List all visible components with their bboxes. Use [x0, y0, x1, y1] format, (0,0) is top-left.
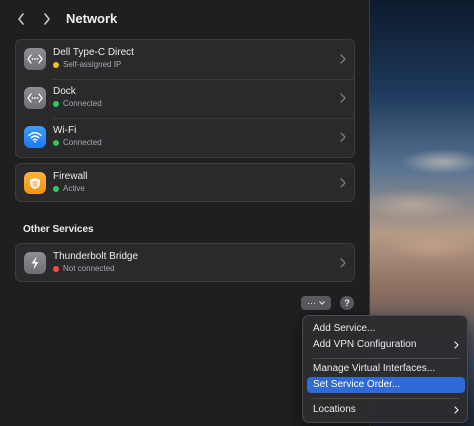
- menu-item-locations[interactable]: Locations: [307, 402, 465, 418]
- service-status-text: Self-assigned IP: [63, 60, 122, 69]
- toolbar: Network: [0, 0, 370, 38]
- forward-button[interactable]: [37, 9, 57, 29]
- chevron-right-icon: [340, 178, 346, 188]
- submenu-arrow-icon: [454, 341, 459, 349]
- status-dot: [53, 61, 59, 68]
- firewall-name: Firewall: [53, 171, 88, 182]
- service-name: Dock: [53, 86, 76, 97]
- status-dot: [53, 185, 59, 192]
- firewall-status: Active: [53, 184, 85, 193]
- service-name: Wi-Fi: [53, 125, 77, 136]
- chevron-right-icon: [340, 54, 346, 64]
- firewall-group: Firewall Active: [15, 163, 355, 202]
- menu-separator: [313, 398, 459, 399]
- service-status: Connected: [53, 138, 102, 147]
- menu-item-add-service[interactable]: Add Service...: [307, 321, 465, 337]
- menu-item-label: Set Service Order...: [313, 379, 401, 390]
- ethernet-icon: [24, 48, 46, 70]
- status-dot: [53, 139, 59, 146]
- service-row-dock[interactable]: Dock Connected: [16, 79, 354, 118]
- service-row-wi-fi[interactable]: Wi-Fi Connected: [16, 118, 354, 157]
- menu-item-add-vpn-configuration[interactable]: Add VPN Configuration: [307, 337, 465, 353]
- chevron-right-icon: [340, 258, 346, 268]
- service-status-text: Connected: [63, 99, 102, 108]
- more-actions-menu: Add Service... Add VPN Configuration Man…: [302, 315, 468, 423]
- service-row-thunderbolt-bridge[interactable]: Thunderbolt Bridge Not connected: [16, 244, 354, 283]
- menu-separator: [313, 358, 459, 359]
- menu-item-label: Add VPN Configuration: [313, 339, 417, 350]
- status-dot: [53, 100, 59, 107]
- chevron-left-icon: [18, 13, 24, 25]
- firewall-row[interactable]: Firewall Active: [16, 164, 354, 203]
- service-status: Self-assigned IP: [53, 60, 121, 69]
- chevron-down-icon: [319, 301, 325, 305]
- back-button[interactable]: [11, 9, 31, 29]
- firewall-status-text: Active: [63, 184, 85, 193]
- more-icon: ···: [307, 298, 316, 308]
- help-button[interactable]: ?: [340, 296, 354, 310]
- chevron-right-icon: [44, 13, 50, 25]
- service-status: Not connected: [53, 264, 115, 273]
- menu-item-set-service-order[interactable]: Set Service Order...: [307, 377, 465, 393]
- menu-item-label: Manage Virtual Interfaces...: [313, 363, 436, 374]
- service-status-text: Not connected: [63, 264, 115, 273]
- wifi-icon: [24, 126, 46, 148]
- more-actions-button[interactable]: ···: [301, 296, 331, 310]
- services-group: Dell Type-C Direct Self-assigned IP Dock…: [15, 39, 355, 158]
- firewall-icon: [24, 172, 46, 194]
- page-title: Network: [66, 11, 118, 26]
- menu-item-label: Locations: [313, 404, 356, 415]
- thunderbolt-icon: [24, 252, 46, 274]
- chevron-right-icon: [340, 132, 346, 142]
- service-row-dell-type-c-direct[interactable]: Dell Type-C Direct Self-assigned IP: [16, 40, 354, 79]
- ethernet-icon: [24, 87, 46, 109]
- submenu-arrow-icon: [454, 406, 459, 414]
- other-services-group: Thunderbolt Bridge Not connected: [15, 243, 355, 282]
- service-status-text: Connected: [63, 138, 102, 147]
- menu-item-label: Add Service...: [313, 323, 376, 334]
- service-name: Dell Type-C Direct: [53, 47, 134, 58]
- menu-item-manage-virtual-interfaces[interactable]: Manage Virtual Interfaces...: [307, 361, 465, 377]
- chevron-right-icon: [340, 93, 346, 103]
- status-dot: [53, 265, 59, 272]
- service-name: Thunderbolt Bridge: [53, 251, 139, 262]
- service-status: Connected: [53, 99, 102, 108]
- other-services-heading: Other Services: [23, 224, 94, 235]
